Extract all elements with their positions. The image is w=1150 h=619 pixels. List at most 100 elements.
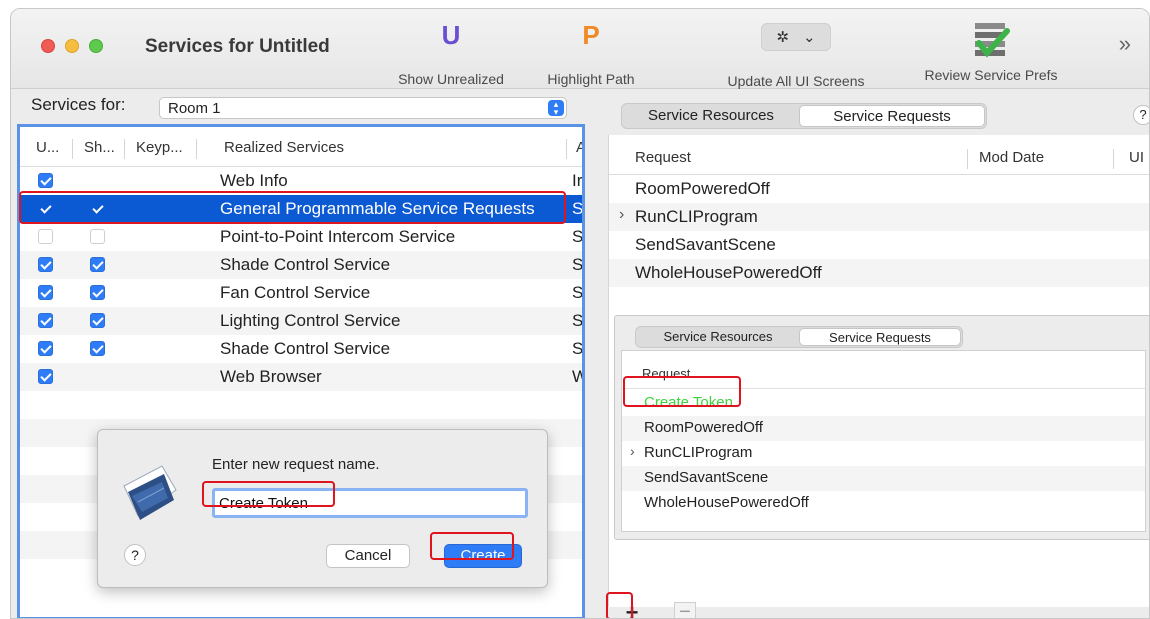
use-checkbox[interactable] — [38, 341, 53, 356]
service-extra: S — [572, 283, 584, 302]
inner-requests-list: Create Token RoomPoweredOff › RunCLIProgram… — [622, 391, 1145, 516]
use-checkbox[interactable] — [38, 313, 53, 328]
service-name: Shade Control Service — [220, 339, 391, 358]
toolbar: Services for Untitled U Show Unrealized … — [11, 9, 1149, 89]
use-checkbox[interactable] — [38, 257, 53, 272]
new-request-highlight — [623, 376, 741, 407]
requests-list: RoomPoweredOff › RunCLIProgram SendSavantSc… — [609, 175, 1149, 287]
use-checkbox[interactable] — [38, 173, 53, 188]
column-header-keyp[interactable]: Keyp... — [136, 139, 183, 156]
review-service-prefs-button[interactable]: Review Service Prefs — [906, 19, 1076, 83]
use-checkbox[interactable] — [38, 229, 53, 244]
input-highlight — [202, 481, 335, 507]
request-row[interactable]: RoomPoweredOff — [622, 416, 1145, 441]
selected-row-highlight — [19, 191, 566, 224]
review-service-prefs-label: Review Service Prefs — [924, 67, 1058, 83]
service-name: Shade Control Service — [220, 255, 391, 274]
cancel-button[interactable]: Cancel — [326, 544, 410, 568]
update-all-label: Update All UI Screens — [727, 73, 865, 89]
chevron-right-icon[interactable]: › — [630, 443, 635, 459]
chevron-down-icon: ⌄ — [803, 29, 816, 46]
app-document-icon — [123, 465, 177, 520]
show-checkbox[interactable] — [90, 313, 105, 328]
toolbar-overflow-icon[interactable]: » — [1119, 31, 1131, 57]
show-unrealized-label: Show Unrealized — [398, 71, 504, 87]
service-extra: S — [572, 227, 584, 246]
services-for-label: Services for: — [31, 95, 126, 114]
request-row[interactable]: › RunCLIProgram — [609, 203, 1149, 231]
table-row[interactable]: Web Browser W — [20, 363, 582, 391]
table-row[interactable]: Point-to-Point Intercom Service S — [20, 223, 582, 251]
show-unrealized-button[interactable]: U Show Unrealized — [383, 19, 519, 87]
column-header-u[interactable]: U... — [36, 139, 59, 156]
minimize-window-button[interactable] — [65, 39, 79, 53]
column-header-realized-services[interactable]: Realized Services — [224, 139, 344, 156]
request-row[interactable]: RoomPoweredOff — [609, 175, 1149, 203]
request-row[interactable]: WholeHousePoweredOff — [609, 259, 1149, 287]
show-checkbox[interactable] — [90, 341, 105, 356]
service-name: Web Info — [220, 171, 288, 190]
highlight-path-button[interactable]: P Highlight Path — [531, 19, 651, 87]
inner-tab-service-requests[interactable]: Service Requests — [799, 328, 961, 346]
service-extra: S — [572, 339, 584, 358]
service-extra: S — [572, 255, 584, 274]
column-header-request[interactable]: Request — [635, 149, 691, 166]
column-header-sh[interactable]: Sh... — [84, 139, 115, 156]
checklist-icon — [975, 23, 1010, 58]
table-header: U... Sh... Keyp... Realized Services A — [20, 127, 582, 167]
service-extra: S — [572, 311, 584, 330]
service-extra: Ir — [572, 171, 583, 190]
service-name: Point-to-Point Intercom Service — [220, 227, 456, 246]
action-menu-button[interactable]: ✲ ⌄ — [761, 23, 831, 51]
chevron-right-icon[interactable]: › — [619, 206, 624, 224]
highlight-path-icon: P — [582, 20, 600, 50]
show-checkbox[interactable] — [90, 257, 105, 272]
column-header-mod-date[interactable]: Mod Date — [979, 149, 1044, 166]
tab-service-requests[interactable]: Service Requests — [799, 105, 985, 127]
create-button-highlight — [430, 532, 514, 560]
add-button-highlight — [606, 592, 633, 618]
services-window: Services for Untitled U Show Unrealized … — [10, 8, 1150, 619]
inner-resource-request-tabs: Service Resources Service Requests — [635, 326, 963, 348]
resource-request-tabs: Service Resources Service Requests — [621, 103, 987, 129]
request-name: SendSavantScene — [635, 235, 776, 254]
services-for-select[interactable]: Room 1 ▴ ▾ — [159, 97, 567, 119]
service-name: Web Browser — [220, 367, 322, 386]
help-button[interactable]: ? — [124, 544, 146, 566]
request-row[interactable]: SendSavantScene — [609, 231, 1149, 259]
show-unrealized-icon: U — [441, 20, 461, 50]
request-row[interactable]: WholeHousePoweredOff — [622, 491, 1145, 516]
request-row[interactable]: SendSavantScene — [622, 466, 1145, 491]
use-checkbox[interactable] — [38, 369, 53, 384]
table-row[interactable]: Lighting Control Service S — [20, 307, 582, 335]
close-window-button[interactable] — [41, 39, 55, 53]
requests-table-header: Request Mod Date UI — [609, 135, 1149, 175]
services-for-value: Room 1 — [168, 100, 221, 117]
help-button-top[interactable]: ? — [1133, 105, 1149, 125]
show-checkbox[interactable] — [90, 229, 105, 244]
inner-requests-panel: Service Resources Service Requests Reque… — [614, 315, 1149, 540]
inner-tab-service-resources[interactable]: Service Resources — [637, 328, 799, 346]
select-arrows-icon: ▴ ▾ — [548, 100, 564, 117]
new-request-dialog: Enter new request name. ? Cancel Create — [97, 429, 548, 588]
request-name: RoomPoweredOff — [635, 179, 770, 198]
service-name: Lighting Control Service — [220, 311, 401, 330]
tab-service-resources[interactable]: Service Resources — [623, 105, 799, 127]
table-row[interactable]: Shade Control Service S — [20, 251, 582, 279]
request-row[interactable]: › RunCLIProgram — [622, 441, 1145, 466]
table-row[interactable]: Shade Control Service S — [20, 335, 582, 363]
request-name: RunCLIProgram — [635, 207, 758, 226]
request-name: RoomPoweredOff — [644, 419, 763, 436]
request-name: RunCLIProgram — [644, 444, 753, 461]
use-checkbox[interactable] — [38, 285, 53, 300]
remove-request-button[interactable]: − — [674, 602, 696, 618]
empty-row — [20, 391, 582, 419]
show-checkbox[interactable] — [90, 285, 105, 300]
service-extra: S — [572, 199, 584, 218]
gear-icon: ✲ — [776, 29, 789, 46]
table-row[interactable]: Fan Control Service S — [20, 279, 582, 307]
update-all-ui-screens-button[interactable]: ✲ ⌄ Update All UI Screens — [721, 19, 871, 89]
column-header-a[interactable]: A — [576, 139, 582, 156]
zoom-window-button[interactable] — [89, 39, 103, 53]
column-header-ui[interactable]: UI — [1129, 149, 1144, 166]
